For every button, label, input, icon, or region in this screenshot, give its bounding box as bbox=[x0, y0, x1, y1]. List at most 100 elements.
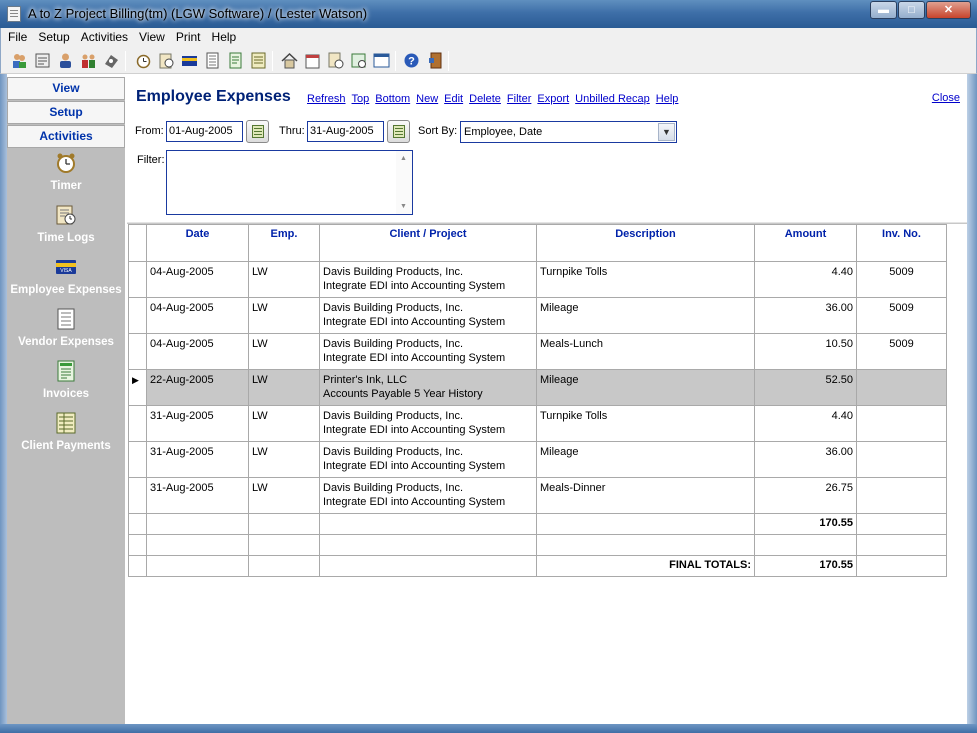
toolbar-separator bbox=[395, 51, 396, 71]
cell-amount: 26.75 bbox=[754, 477, 857, 514]
home-icon[interactable] bbox=[281, 52, 298, 69]
col-amount[interactable]: Amount bbox=[754, 224, 857, 262]
row-selector[interactable]: ▶ bbox=[128, 369, 147, 406]
sidebar-label-employee-expenses: Employee Expenses bbox=[10, 284, 122, 296]
bottom-link[interactable]: Bottom bbox=[375, 93, 410, 105]
cell-description: Meals-Lunch bbox=[536, 333, 755, 370]
empty-cell bbox=[856, 513, 947, 535]
employees-icon[interactable] bbox=[80, 52, 97, 69]
menu-setup[interactable]: Setup bbox=[31, 28, 73, 44]
project-name: Integrate EDI into Accounting System bbox=[323, 352, 506, 364]
menu-activities[interactable]: Activities bbox=[74, 28, 132, 44]
toolbar-separator bbox=[125, 51, 126, 71]
unbilled-recap-link[interactable]: Unbilled Recap bbox=[575, 93, 650, 105]
chevron-down-icon[interactable]: ▼ bbox=[658, 123, 675, 141]
col-inv-no[interactable]: Inv. No. bbox=[856, 224, 947, 262]
close-window-button[interactable]: ✕ bbox=[926, 1, 971, 19]
help-icon[interactable]: ? bbox=[403, 52, 420, 69]
window-icon[interactable] bbox=[373, 52, 390, 69]
cell-inv-no: 5009 bbox=[856, 333, 947, 370]
cell-emp: LW bbox=[248, 441, 320, 478]
table-row-selected[interactable]: ▶ 22-Aug-2005 LW Printer's Ink, LLC Accou… bbox=[128, 369, 947, 406]
nav-setup-button[interactable]: Setup bbox=[7, 101, 125, 124]
employee-expenses-icon[interactable] bbox=[181, 52, 198, 69]
table-row[interactable]: 31-Aug-2005 LW Davis Building Products, … bbox=[128, 477, 947, 514]
sort-by-select[interactable]: Employee, Date ▼ bbox=[460, 121, 677, 143]
table-row[interactable]: 04-Aug-2005 LW Davis Building Products, … bbox=[128, 297, 947, 334]
thru-calendar-button[interactable] bbox=[387, 120, 410, 143]
table-row[interactable]: 04-Aug-2005 LW Davis Building Products, … bbox=[128, 333, 947, 370]
row-selector[interactable] bbox=[128, 333, 147, 370]
row-selector[interactable] bbox=[128, 297, 147, 334]
close-link[interactable]: Close bbox=[932, 92, 960, 104]
col-client-project[interactable]: Client / Project bbox=[319, 224, 537, 262]
cell-date: 31-Aug-2005 bbox=[146, 441, 249, 478]
filter-link[interactable]: Filter bbox=[507, 93, 531, 105]
alarm-clock-icon bbox=[57, 153, 75, 173]
col-description[interactable]: Description bbox=[536, 224, 755, 262]
nav-activities-button[interactable]: Activities bbox=[7, 125, 125, 148]
cell-emp: LW bbox=[248, 369, 320, 406]
row-selector[interactable] bbox=[128, 405, 147, 442]
maximize-button[interactable]: □ bbox=[898, 1, 925, 19]
employee-icon[interactable] bbox=[57, 52, 74, 69]
minimize-button[interactable]: ▬ bbox=[870, 1, 897, 19]
current-row-pointer-icon: ▶ bbox=[132, 375, 139, 385]
scroll-up-icon[interactable]: ▲ bbox=[400, 155, 407, 162]
schedule-icon[interactable] bbox=[350, 52, 367, 69]
subtotal-amount: 170.55 bbox=[754, 513, 857, 535]
clients-icon[interactable] bbox=[11, 52, 28, 69]
menu-help[interactable]: Help bbox=[205, 28, 241, 44]
delete-link[interactable]: Delete bbox=[469, 93, 501, 105]
project-name: Integrate EDI into Accounting System bbox=[323, 424, 506, 436]
from-date-field[interactable]: 01-Aug-2005 bbox=[166, 121, 243, 142]
client-payments-icon[interactable] bbox=[250, 52, 267, 69]
vendor-icon[interactable] bbox=[103, 52, 120, 69]
client-name: Davis Building Products, Inc. bbox=[323, 410, 464, 422]
row-selector[interactable] bbox=[128, 441, 147, 478]
new-link[interactable]: New bbox=[416, 93, 438, 105]
table-row[interactable]: 31-Aug-2005 LW Davis Building Products, … bbox=[128, 405, 947, 442]
vendor-expenses-icon[interactable] bbox=[204, 52, 221, 69]
row-selector bbox=[128, 513, 147, 535]
empty-cell bbox=[319, 555, 537, 577]
row-selector[interactable] bbox=[128, 477, 147, 514]
col-date[interactable]: Date bbox=[146, 224, 249, 262]
projects-icon[interactable] bbox=[34, 52, 51, 69]
cell-date: 04-Aug-2005 bbox=[146, 261, 249, 298]
client-name: Davis Building Products, Inc. bbox=[323, 302, 464, 314]
invoices-icon[interactable] bbox=[227, 52, 244, 69]
reports-icon[interactable] bbox=[327, 52, 344, 69]
menu-file[interactable]: File bbox=[1, 28, 31, 44]
cell-amount: 52.50 bbox=[754, 369, 857, 406]
empty-cell bbox=[146, 555, 249, 577]
from-label: From: bbox=[135, 125, 164, 137]
cell-description: Turnpike Tolls bbox=[536, 261, 755, 298]
thru-date-field[interactable]: 31-Aug-2005 bbox=[307, 121, 384, 142]
calendar-icon[interactable] bbox=[304, 52, 321, 69]
svg-text:?: ? bbox=[408, 56, 415, 68]
project-name: Accounts Payable 5 Year History bbox=[323, 388, 483, 400]
title-bar: A to Z Project Billing(tm) (LGW Software… bbox=[0, 0, 977, 28]
edit-link[interactable]: Edit bbox=[444, 93, 463, 105]
export-link[interactable]: Export bbox=[537, 93, 569, 105]
filter-textarea[interactable]: ▲ ▼ bbox=[166, 150, 413, 215]
svg-text:VISA: VISA bbox=[60, 268, 72, 274]
row-selector[interactable] bbox=[128, 261, 147, 298]
help-link[interactable]: Help bbox=[656, 93, 679, 105]
table-row[interactable]: 31-Aug-2005 LW Davis Building Products, … bbox=[128, 441, 947, 478]
nav-view-button[interactable]: View bbox=[7, 77, 125, 100]
menu-view[interactable]: View bbox=[132, 28, 169, 44]
from-calendar-button[interactable] bbox=[246, 120, 269, 143]
table-row[interactable]: 04-Aug-2005 LW Davis Building Products, … bbox=[128, 261, 947, 298]
col-emp[interactable]: Emp. bbox=[248, 224, 320, 262]
scroll-down-icon[interactable]: ▼ bbox=[400, 203, 407, 210]
timer-icon[interactable] bbox=[135, 52, 152, 69]
time-logs-icon[interactable] bbox=[158, 52, 175, 69]
filter-scrollbar[interactable]: ▲ ▼ bbox=[396, 151, 412, 214]
exit-icon[interactable] bbox=[427, 52, 444, 69]
expenses-grid: Date Emp. Client / Project Description A… bbox=[128, 224, 947, 577]
refresh-link[interactable]: Refresh bbox=[307, 93, 346, 105]
top-link[interactable]: Top bbox=[352, 93, 370, 105]
menu-print[interactable]: Print bbox=[169, 28, 205, 44]
